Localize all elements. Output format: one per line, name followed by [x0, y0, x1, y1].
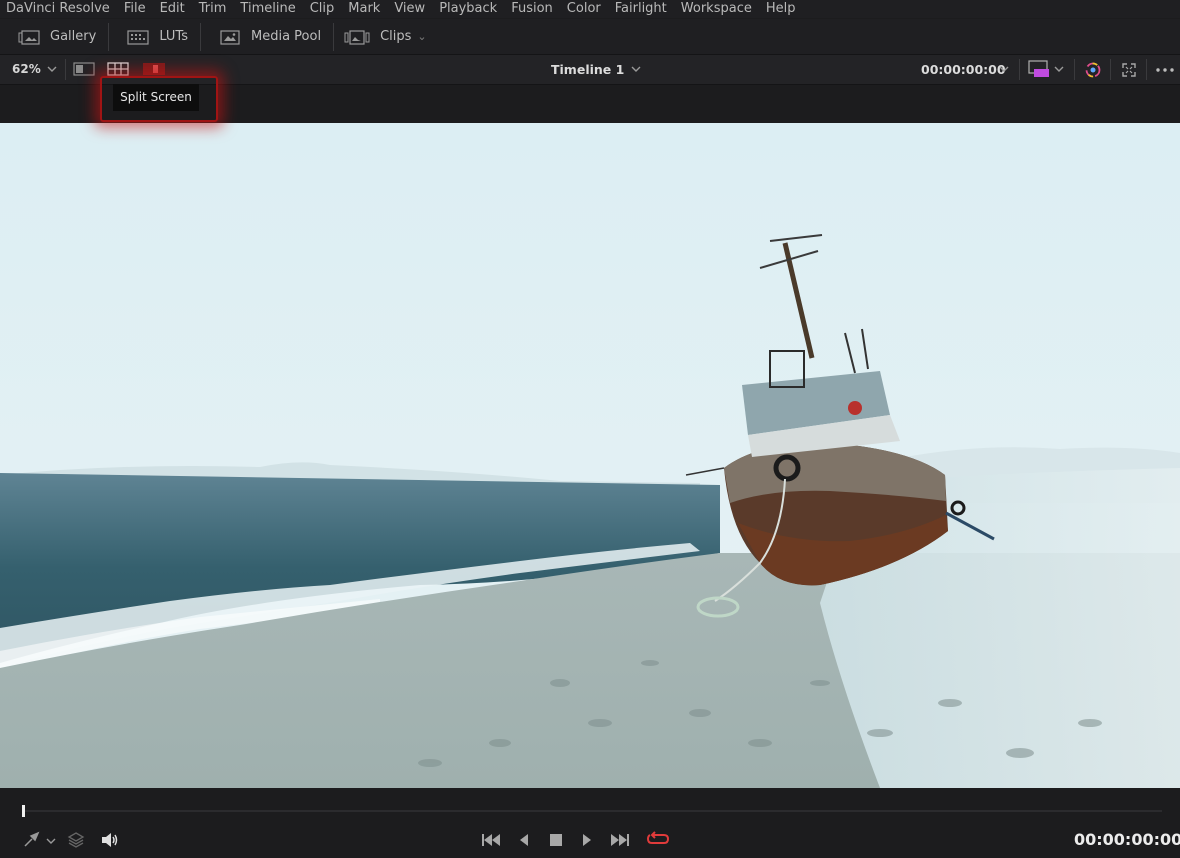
skip-to-start-icon[interactable]: [480, 832, 502, 848]
menu-file[interactable]: File: [117, 0, 153, 18]
luts-icon: [127, 29, 149, 45]
menu-playback[interactable]: Playback: [432, 0, 504, 18]
loop-icon[interactable]: [646, 830, 670, 848]
split-screen-icon[interactable]: [107, 61, 129, 77]
transport-bar: 00:00:00:00: [0, 788, 1180, 858]
pen-tool-icon[interactable]: [22, 831, 40, 849]
zoom-level[interactable]: 62%: [12, 55, 41, 84]
highlight-mode-icon[interactable]: [142, 61, 166, 77]
play-reverse-icon[interactable]: [517, 832, 531, 848]
clips-label: Clips: [380, 29, 412, 44]
luts-button[interactable]: LUTs: [109, 19, 200, 54]
menu-view[interactable]: View: [387, 0, 432, 18]
playhead[interactable]: [22, 805, 25, 817]
stop-icon[interactable]: [549, 833, 563, 847]
viewer-image: [0, 123, 1180, 788]
media-pool-label: Media Pool: [251, 29, 322, 44]
media-pool-icon: [220, 29, 240, 45]
color-wheel-icon[interactable]: [1083, 60, 1103, 80]
split-screen-tooltip: Split Screen: [113, 84, 199, 111]
page-toolbar: Gallery LUTs Media Pool Clips ⌄: [0, 19, 1180, 55]
viewer-divider: [1074, 59, 1075, 80]
gallery-button[interactable]: Gallery: [0, 19, 108, 54]
menu-workspace[interactable]: Workspace: [674, 0, 759, 18]
menu-edit[interactable]: Edit: [153, 0, 192, 18]
play-icon[interactable]: [580, 832, 594, 848]
viewer-divider: [65, 59, 66, 80]
menu-help[interactable]: Help: [759, 0, 803, 18]
gallery-icon: [18, 29, 40, 45]
menu-color[interactable]: Color: [560, 0, 608, 18]
fullscreen-icon[interactable]: [1121, 62, 1137, 78]
timeline-name[interactable]: Timeline 1: [551, 55, 624, 84]
scrubber-track[interactable]: [22, 810, 1162, 812]
single-viewer-icon[interactable]: [73, 61, 95, 77]
proxy-chevron-down-icon[interactable]: [1053, 63, 1065, 75]
viewer-divider: [1146, 59, 1147, 80]
layers-icon[interactable]: [67, 831, 85, 849]
proxy-icon[interactable]: [1028, 60, 1050, 78]
zoom-chevron-down-icon[interactable]: [46, 63, 58, 75]
volume-icon[interactable]: [100, 831, 120, 849]
transport-timecode: 00:00:00:00: [1074, 830, 1180, 849]
shipwreck-beach-image: [0, 123, 1180, 788]
chevron-down-icon: ⌄: [417, 30, 427, 43]
menu-clip[interactable]: Clip: [303, 0, 342, 18]
menu-mark[interactable]: Mark: [341, 0, 387, 18]
viewer-timecode[interactable]: 00:00:00:00: [921, 55, 1006, 84]
skip-to-end-icon[interactable]: [609, 832, 631, 848]
clips-icon: [344, 29, 370, 45]
timeline-chevron-down-icon[interactable]: [630, 63, 642, 75]
media-pool-button[interactable]: Media Pool: [201, 19, 333, 54]
more-options-icon[interactable]: [1155, 67, 1175, 73]
menu-trim[interactable]: Trim: [192, 0, 234, 18]
clips-button[interactable]: Clips ⌄: [334, 19, 439, 54]
menu-davinci-resolve[interactable]: DaVinci Resolve: [0, 0, 117, 18]
menu-fusion[interactable]: Fusion: [504, 0, 560, 18]
viewer-divider: [1019, 59, 1020, 80]
menu-fairlight[interactable]: Fairlight: [608, 0, 674, 18]
luts-label: LUTs: [159, 29, 188, 44]
menu-timeline[interactable]: Timeline: [233, 0, 302, 18]
gallery-label: Gallery: [50, 29, 97, 44]
menu-bar: DaVinci Resolve File Edit Trim Timeline …: [0, 0, 1180, 18]
timecode-chevron-down-icon[interactable]: [998, 63, 1010, 75]
viewer-divider: [1110, 59, 1111, 80]
pen-chevron-down-icon[interactable]: [45, 835, 57, 847]
